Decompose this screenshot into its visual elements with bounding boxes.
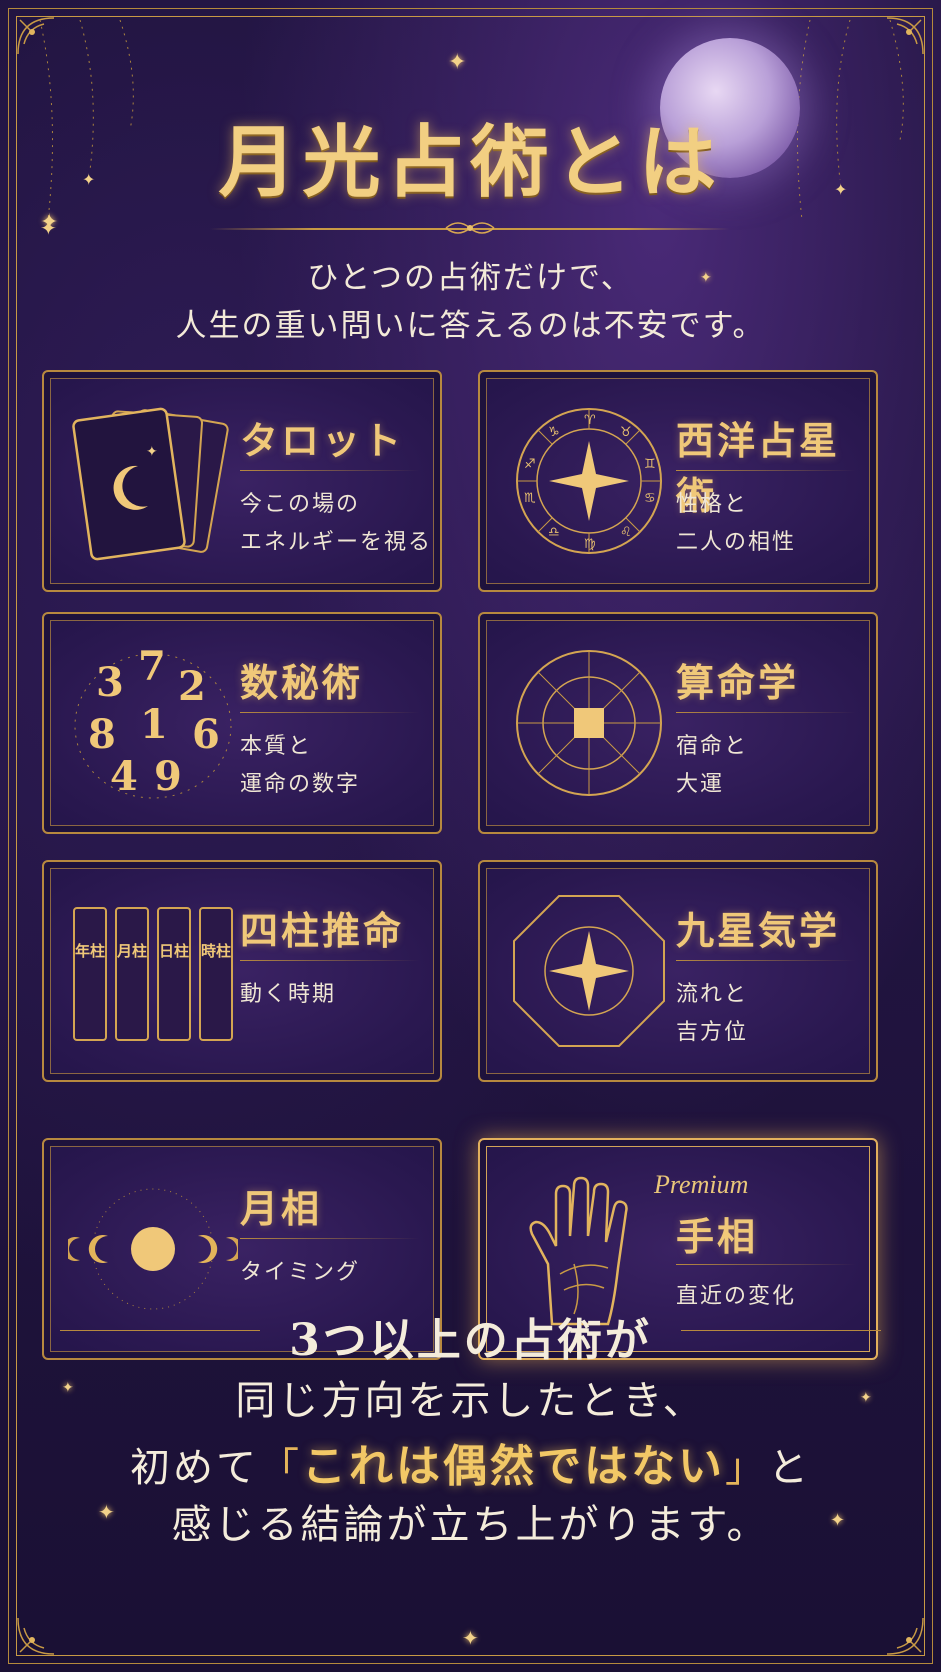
svg-text:♍: ♍ [584,537,596,552]
svg-text:2: 2 [178,663,206,710]
card-description: 流れと 吉方位 [676,982,749,1045]
card-description: 本質と 運命の数字 [240,734,361,797]
svg-text:1: 1 [140,701,168,748]
svg-text:8: 8 [88,711,116,758]
conclusion-line-4: 感じる結論が立ち上がります。 [171,1502,770,1548]
svg-text:♎: ♎ [548,525,560,540]
conclusion-post: と [768,1445,811,1491]
tarot-cards-icon: ✦ [72,407,229,561]
card-description: タイミング [240,1260,361,1285]
title-ornament-icon [445,222,495,234]
corner-ornament-icon [867,1598,927,1658]
svg-text:月柱: 月柱 [116,942,147,960]
card-divider [676,470,856,471]
svg-text:♉: ♉ [620,425,632,440]
corner-ornament-icon [14,1598,74,1658]
zodiac-wheel-icon: ♈ ♉ ♊ ♋ ♌ ♍ ♎ ♏ ♐ ♑ [516,408,662,554]
card-western-astrology: ♈ ♉ ♊ ♋ ♌ ♍ ♎ ♏ ♐ ♑ 西洋占星術 性格と 二人の相性 [478,370,878,592]
quote-close: 」 [725,1445,768,1491]
numbers-icon: 3 7 2 8 1 6 4 9 [74,643,232,800]
card-title: 算命学 [676,660,800,705]
card-title: 数秘術 [240,660,364,705]
card-description: 動く時期 [240,982,337,1007]
card-divider [676,712,856,713]
conclusion-line-2: 同じ方向を示したとき、 [235,1378,706,1424]
premium-badge: Premium [654,1170,749,1199]
svg-text:♐: ♐ [524,457,536,472]
svg-text:6: 6 [192,711,220,758]
svg-text:♊: ♊ [644,457,656,472]
conclusion-line-1: 3つ以上の占術が [289,1315,652,1366]
highlight-phrase: これは偶然ではない [302,1441,725,1492]
sparkle-icon: ✦ [860,1390,872,1406]
intro-line-2: 人生の重い問いに答えるのは不安です。 [175,308,766,344]
card-title: 月相 [240,1186,323,1231]
svg-text:時柱: 時柱 [201,942,231,960]
card-numerology: 3 7 2 8 1 6 4 9 数秘術 本質と 運命の数字 [42,612,442,834]
card-divider [240,470,420,471]
card-divider [240,1238,420,1239]
sparkle-icon: ✦ [462,1626,479,1650]
card-description: 性格と 二人の相性 [676,492,797,555]
sparkle-icon: ✦ [62,1380,74,1396]
svg-text:7: 7 [138,643,166,690]
svg-text:4: 4 [110,753,138,800]
svg-text:♈: ♈ [584,413,596,428]
card-title: 四柱推命 [240,908,405,953]
card-title: タロット [240,418,405,463]
svg-text:♑: ♑ [548,425,560,440]
card-kyusei-kigaku: 九星気学 流れと 吉方位 [478,860,878,1082]
card-divider [240,712,420,713]
svg-text:♏: ♏ [524,491,536,506]
quote-open: 「 [259,1445,302,1491]
conclusion-pre: 初めて [130,1445,259,1491]
intro-line-1: ひとつの占術だけで、 [307,260,634,296]
sparkle-icon: ✦ [830,1510,846,1531]
svg-text:✦: ✦ [146,444,158,460]
nine-star-octagon-icon [513,895,665,1047]
sparkle-icon: ✦ [98,1500,115,1524]
card-title: 九星気学 [676,908,841,953]
page-title: 月光占術とは [218,117,723,208]
four-pillars-icon: 年柱 月柱 日柱 時柱 [73,907,233,1041]
card-sanmeigaku: 算命学 宿命と 大運 [478,612,878,834]
conclusion-line-3: 初めて「これは偶然ではない」と [0,1430,941,1494]
svg-text:日柱: 日柱 [159,942,189,960]
sparkle-icon: ✦ [40,210,59,235]
card-four-pillars: 年柱 月柱 日柱 時柱 四柱推命 動く時期 [42,860,442,1082]
compass-chart-icon [516,650,662,796]
card-divider [676,960,856,961]
card-description: 宿命と 大運 [676,734,749,797]
sparkle-icon: ✦ [448,50,467,75]
svg-text:♋: ♋ [644,491,656,506]
svg-text:年柱: 年柱 [75,942,105,960]
card-description: 今この場の エネルギーを視る [240,492,433,555]
svg-text:♌: ♌ [620,525,632,540]
svg-text:9: 9 [154,753,182,800]
card-divider [240,960,420,961]
svg-text:3: 3 [96,659,124,706]
card-tarot: ✦ タロット 今この場の エネルギーを視る [42,370,442,592]
card-title: 手相 [676,1214,759,1259]
card-divider [676,1264,856,1265]
